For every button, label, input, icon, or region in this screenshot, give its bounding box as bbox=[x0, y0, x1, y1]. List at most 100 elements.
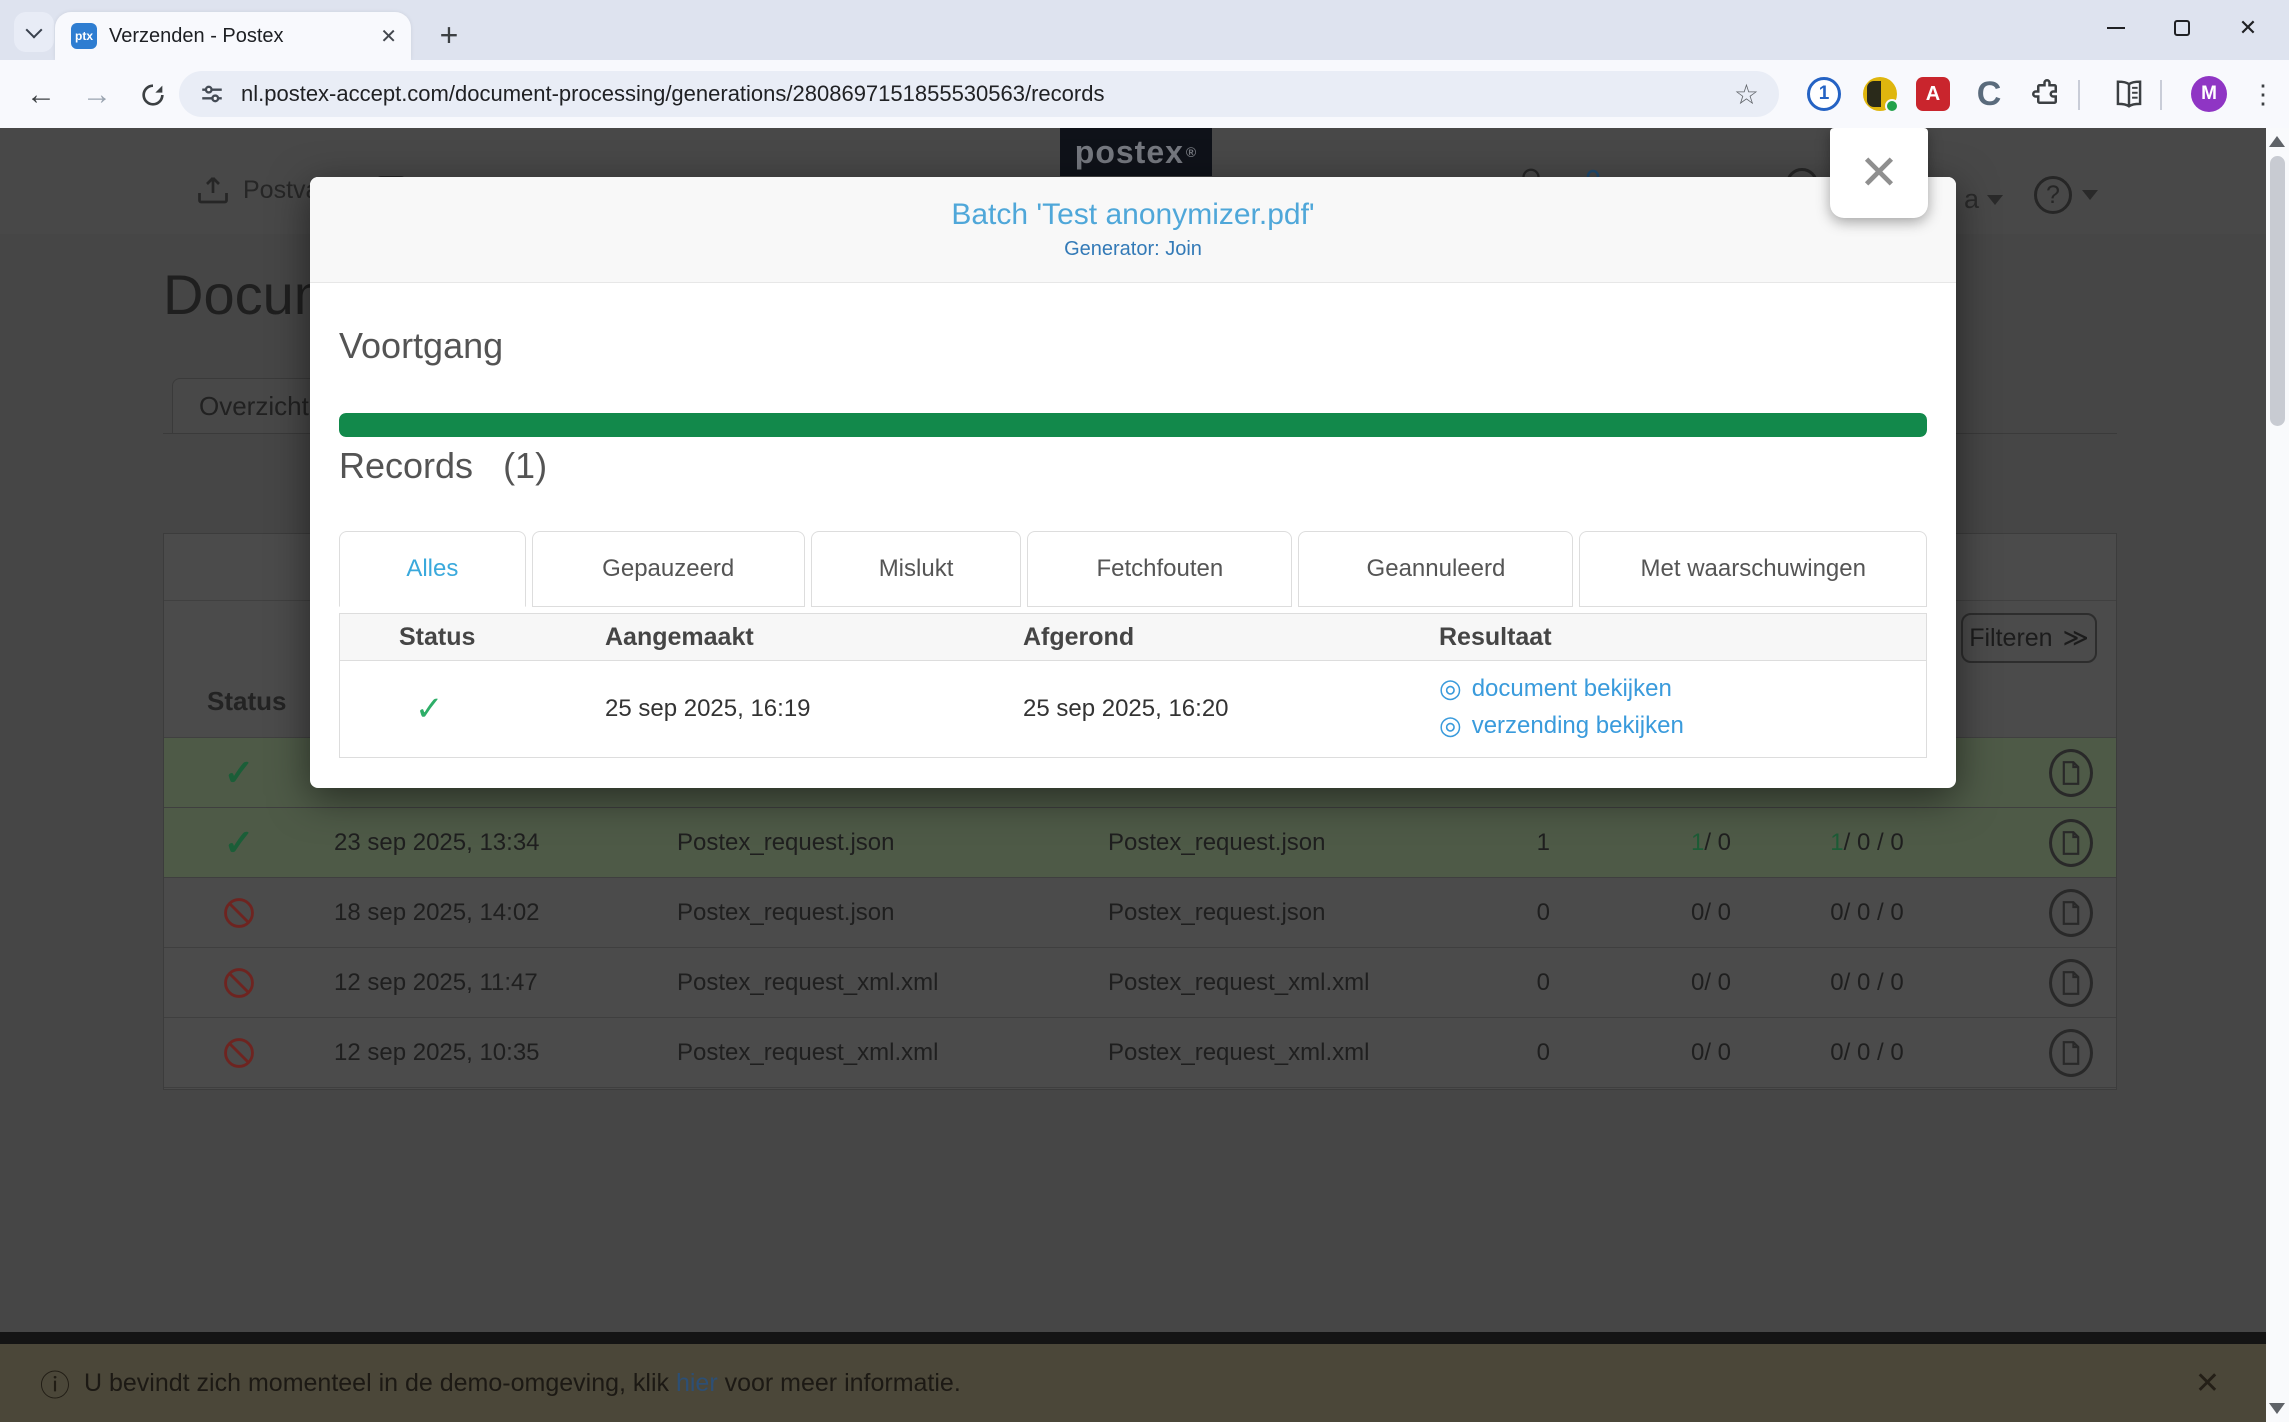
postex-logo: postex® bbox=[1060, 128, 1212, 176]
batch-title-link[interactable]: Batch 'Test anonymizer.pdf' bbox=[951, 198, 1314, 232]
extra-menu-dropdown[interactable]: a bbox=[1964, 184, 2003, 215]
document-action[interactable] bbox=[2044, 878, 2098, 948]
triple-count-cell: 0 / 0 / 0 bbox=[1792, 878, 1942, 948]
adobe-acrobat-extension-icon[interactable]: A bbox=[1912, 73, 1954, 115]
tab-alles[interactable]: Alles bbox=[339, 531, 526, 607]
tab-met-waarschuwingen[interactable]: Met waarschuwingen bbox=[1579, 531, 1927, 607]
pair-rest: / 0 bbox=[1704, 1039, 1731, 1067]
document-action[interactable] bbox=[2044, 808, 2098, 878]
banner-hier-link[interactable]: hier bbox=[676, 1369, 718, 1397]
status-header: Status bbox=[399, 614, 475, 661]
progress-heading: Voortgang bbox=[339, 325, 503, 367]
onepassword-badge: 1 bbox=[1807, 77, 1841, 111]
caret-down-icon bbox=[2082, 190, 2098, 200]
filter-button[interactable]: Filteren ≫ bbox=[1961, 613, 2097, 663]
new-tab-button[interactable]: + bbox=[428, 14, 470, 56]
minimize-icon bbox=[2107, 27, 2125, 29]
help-dropdown[interactable]: ? bbox=[2034, 176, 2098, 214]
url-text[interactable]: nl.postex-accept.com/document-processing… bbox=[241, 81, 1722, 107]
triple-success-count: 0 bbox=[1830, 1039, 1843, 1067]
view-icon bbox=[1439, 710, 1462, 741]
result-file-cell: Postex_request_xml.xml bbox=[1108, 948, 1369, 1018]
tab-fetchfouten[interactable]: Fetchfouten bbox=[1027, 531, 1292, 607]
triple-count-cell: 0 / 0 / 0 bbox=[1792, 948, 1942, 1018]
extensions-puzzle-icon[interactable] bbox=[2026, 73, 2068, 115]
pair-rest: / 0 bbox=[1704, 969, 1731, 997]
help-question-icon: ? bbox=[2034, 176, 2072, 214]
modal-close-button[interactable]: ✕ bbox=[1830, 128, 1928, 218]
maximize-button[interactable] bbox=[2149, 0, 2215, 56]
browser-tab[interactable]: ptx Verzenden - Postex ✕ bbox=[55, 12, 411, 60]
pair-success-count: 0 bbox=[1691, 1039, 1704, 1067]
triple-count-cell: 0 / 0 / 0 bbox=[1792, 1018, 1942, 1088]
check-icon: ✓ bbox=[415, 689, 444, 729]
pair-count-cell: 1 / 0 bbox=[1644, 808, 1778, 878]
profile-avatar[interactable]: M bbox=[2188, 73, 2230, 115]
page-scrollbar[interactable] bbox=[2266, 128, 2289, 1422]
result-file-cell: Postex_request.json bbox=[1108, 808, 1325, 878]
tab-search-button[interactable] bbox=[14, 12, 54, 52]
onepassword-extension-icon[interactable]: 1 bbox=[1803, 73, 1845, 115]
table-row[interactable]: 18 sep 2025, 14:02 Postex_request.json P… bbox=[164, 878, 2116, 948]
count-cell: 0 bbox=[1464, 878, 1550, 948]
triple-rest: / 0 / 0 bbox=[1844, 829, 1904, 857]
table-row[interactable]: 12 sep 2025, 11:47 Postex_request_xml.xm… bbox=[164, 948, 2116, 1018]
document-action[interactable] bbox=[2044, 738, 2098, 808]
request-file-cell: Postex_request.json bbox=[677, 878, 894, 948]
browser-menu-button[interactable]: ⋮ bbox=[2242, 73, 2284, 115]
url-bar[interactable]: nl.postex-accept.com/document-processing… bbox=[179, 71, 1779, 117]
banner-text-after: voor meer informatie. bbox=[718, 1369, 961, 1397]
outbox-upload-icon bbox=[195, 172, 231, 208]
result-file-cell: Postex_request.json bbox=[1108, 878, 1325, 948]
table-row[interactable]: 12 sep 2025, 10:35 Postex_request_xml.xm… bbox=[164, 1018, 2116, 1088]
toolbar-divider bbox=[2160, 80, 2162, 110]
tab-mislukt[interactable]: Mislukt bbox=[811, 531, 1022, 607]
status-green-dot bbox=[1885, 99, 1899, 113]
view-document-link[interactable]: document bekijken bbox=[1439, 673, 1684, 704]
triple-count-cell: 1 / 0 / 0 bbox=[1792, 808, 1942, 878]
minimize-button[interactable] bbox=[2083, 0, 2149, 56]
generator-link[interactable]: Generator: Join bbox=[1064, 238, 1202, 261]
reading-list-button[interactable] bbox=[2108, 73, 2150, 115]
close-window-button[interactable]: ✕ bbox=[2215, 0, 2281, 56]
request-file-cell: Postex_request.json bbox=[677, 808, 894, 878]
table-row[interactable]: ✓ 23 sep 2025, 13:34 Postex_request.json… bbox=[164, 808, 2116, 878]
document-icon bbox=[2049, 1029, 2093, 1077]
clockify-extension-icon[interactable]: C bbox=[1968, 73, 2010, 115]
document-action[interactable] bbox=[2044, 948, 2098, 1018]
tab-gepauzeerd[interactable]: Gepauzeerd bbox=[532, 531, 805, 607]
records-label: Records bbox=[339, 445, 473, 487]
records-heading: Records (1) bbox=[339, 445, 547, 487]
triple-success-count: 0 bbox=[1830, 899, 1843, 927]
records-table: Status Aangemaakt Afgerond Resultaat ✓ 2… bbox=[339, 613, 1927, 758]
banner-close-icon[interactable]: ✕ bbox=[2195, 1366, 2220, 1401]
record-finished-cell: 25 sep 2025, 16:20 bbox=[1023, 661, 1229, 757]
reload-button[interactable] bbox=[130, 72, 176, 118]
triple-success-count: 0 bbox=[1830, 969, 1843, 997]
resultaat-header: Resultaat bbox=[1439, 614, 1552, 661]
back-button[interactable]: ← bbox=[18, 72, 64, 118]
toolbar-divider bbox=[2078, 80, 2080, 110]
document-action[interactable] bbox=[2044, 1018, 2098, 1088]
extension-icon-yellow[interactable] bbox=[1859, 73, 1901, 115]
view-shipment-link[interactable]: verzending bekijken bbox=[1439, 710, 1684, 741]
bookmark-star-icon[interactable]: ☆ bbox=[1734, 78, 1759, 111]
count-cell: 1 bbox=[1464, 808, 1550, 878]
document-icon bbox=[2049, 819, 2093, 867]
scrollbar-thumb[interactable] bbox=[2270, 156, 2285, 426]
pair-count-cell: 0 / 0 bbox=[1644, 878, 1778, 948]
forward-button[interactable]: → bbox=[74, 72, 120, 118]
date-cell: 12 sep 2025, 11:47 bbox=[334, 948, 538, 1018]
footer-divider bbox=[0, 1332, 2266, 1344]
tab-close-icon[interactable]: ✕ bbox=[380, 24, 397, 49]
logo-text: postex bbox=[1075, 134, 1184, 171]
status-cell: ✓ bbox=[164, 808, 314, 878]
puzzle-icon bbox=[2032, 79, 2062, 109]
scroll-down-arrow[interactable] bbox=[2269, 1403, 2285, 1414]
date-cell: 23 sep 2025, 13:34 bbox=[334, 808, 540, 878]
tab-geannuleerd[interactable]: Geannuleerd bbox=[1298, 531, 1573, 607]
scroll-up-arrow[interactable] bbox=[2269, 136, 2285, 147]
maximize-icon bbox=[2174, 20, 2190, 36]
adobe-badge: A bbox=[1916, 77, 1950, 111]
site-settings-icon[interactable] bbox=[199, 81, 225, 107]
